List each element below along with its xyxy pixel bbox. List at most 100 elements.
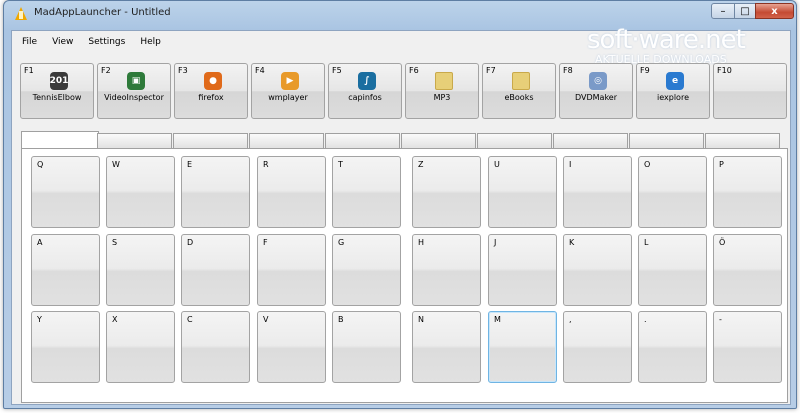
key-button[interactable]: X (106, 311, 175, 383)
fkey-app-name: firefox (198, 93, 224, 102)
key-label: Y (37, 315, 42, 324)
fkey-label: F3 (178, 66, 188, 75)
key-button[interactable]: R (257, 156, 326, 228)
key-button[interactable]: D (181, 234, 250, 306)
menu-settings[interactable]: Settings (88, 37, 125, 47)
fkey-label: F8 (563, 66, 573, 75)
key-label: D (187, 238, 194, 247)
fkey-button-f6[interactable]: F6 MP3 (405, 63, 479, 119)
key-button[interactable]: S (106, 234, 175, 306)
key-button[interactable]: E (181, 156, 250, 228)
tab-10[interactable] (705, 133, 780, 148)
capinfos-icon: ∫ (358, 72, 376, 90)
icon-glyph: ∫ (364, 76, 370, 86)
fkey-button-f3[interactable]: F3 ● firefox (174, 63, 248, 119)
key-button[interactable]: P (713, 156, 782, 228)
key-button[interactable]: H (412, 234, 481, 306)
tab-3[interactable] (173, 133, 248, 148)
key-label: M (494, 315, 501, 324)
tab-9[interactable] (629, 133, 704, 148)
tab-5[interactable] (325, 133, 400, 148)
fkey-button-f5[interactable]: F5 ∫ capinfos (328, 63, 402, 119)
key-button[interactable]: A (31, 234, 100, 306)
fkey-button-f7[interactable]: F7 eBooks (482, 63, 556, 119)
fkey-app-name: TennisElbow (32, 93, 82, 102)
key-label: H (418, 238, 425, 247)
key-button[interactable]: L (638, 234, 707, 306)
tab-7[interactable] (477, 133, 552, 148)
fkey-button-f9[interactable]: F9 e iexplore (636, 63, 710, 119)
icon-glyph: 201 (49, 76, 69, 86)
key-button[interactable]: B (332, 311, 401, 383)
key-button[interactable]: . (638, 311, 707, 383)
fkey-button-f4[interactable]: F4 ▶ wmplayer (251, 63, 325, 119)
key-label: A (37, 238, 43, 247)
fkey-label: F5 (332, 66, 342, 75)
fkey-label: F4 (255, 66, 265, 75)
key-button[interactable]: F (257, 234, 326, 306)
fkey-label: F1 (24, 66, 34, 75)
close-button[interactable]: x (755, 3, 794, 19)
key-button[interactable]: I (563, 156, 632, 228)
menu-view[interactable]: View (52, 37, 73, 47)
key-button[interactable]: Ö (713, 234, 782, 306)
tab-6[interactable] (401, 133, 476, 148)
maximize-button[interactable]: □ (734, 3, 756, 19)
key-button[interactable]: O (638, 156, 707, 228)
folder-icon (435, 72, 453, 90)
key-button[interactable]: G (332, 234, 401, 306)
icon-glyph: ▶ (286, 76, 294, 86)
tab-2[interactable] (97, 133, 172, 148)
key-button[interactable]: M (488, 311, 557, 383)
key-button[interactable]: K (563, 234, 632, 306)
fkey-app-name: capinfos (348, 93, 382, 102)
key-label: L (644, 238, 649, 247)
menu-file[interactable]: File (22, 37, 37, 47)
key-button[interactable]: N (412, 311, 481, 383)
fkey-button-f8[interactable]: F8 ◎ DVDMaker (559, 63, 633, 119)
key-button[interactable]: J (488, 234, 557, 306)
tab-8[interactable] (553, 133, 628, 148)
fkey-button-f1[interactable]: F1 201 TennisElbow (20, 63, 94, 119)
tab-4[interactable] (249, 133, 324, 148)
window-title: MadAppLauncher - Untitled (34, 7, 171, 18)
tennis-elbow-icon: 201 (50, 72, 68, 90)
key-label: S (112, 238, 118, 247)
key-grid: Q W E R T Z U I O P A S D F G H J K L Ö Y X C V B N M,. - (21, 148, 788, 403)
key-label: C (187, 315, 193, 324)
icon-glyph: ● (209, 76, 217, 86)
fkey-button-f10[interactable]: F10 (713, 63, 787, 119)
key-label: E (187, 160, 193, 169)
folder-icon (512, 72, 530, 90)
key-label: O (644, 160, 651, 169)
key-button[interactable]: U (488, 156, 557, 228)
key-label: V (263, 315, 269, 324)
fkey-button-f2[interactable]: F2 ▣ VideoInspector (97, 63, 171, 119)
app-logo-icon (15, 7, 27, 20)
title-bar[interactable]: MadAppLauncher - Untitled – □ x (4, 1, 796, 29)
key-label: U (494, 160, 500, 169)
key-button[interactable]: , (563, 311, 632, 383)
key-label: X (112, 315, 118, 324)
fkey-app-name: VideoInspector (104, 93, 164, 102)
key-button[interactable]: Y (31, 311, 100, 383)
key-button[interactable]: T (332, 156, 401, 228)
wmplayer-icon: ▶ (281, 72, 299, 90)
key-button[interactable]: Q (31, 156, 100, 228)
key-label: N (418, 315, 424, 324)
fkey-app-name: wmplayer (268, 93, 308, 102)
key-label: F (263, 238, 268, 247)
minimize-button[interactable]: – (711, 3, 735, 19)
app-window: MadAppLauncher - Untitled – □ x File Vie… (3, 0, 797, 409)
key-button[interactable]: W (106, 156, 175, 228)
key-button[interactable]: V (257, 311, 326, 383)
fkey-label: F7 (486, 66, 496, 75)
fkey-label: F6 (409, 66, 419, 75)
key-button[interactable]: - (713, 311, 782, 383)
key-button[interactable]: C (181, 311, 250, 383)
key-label: , (569, 315, 572, 324)
menu-help[interactable]: Help (140, 37, 161, 47)
key-label: R (263, 160, 269, 169)
video-inspector-icon: ▣ (127, 72, 145, 90)
key-button[interactable]: Z (412, 156, 481, 228)
